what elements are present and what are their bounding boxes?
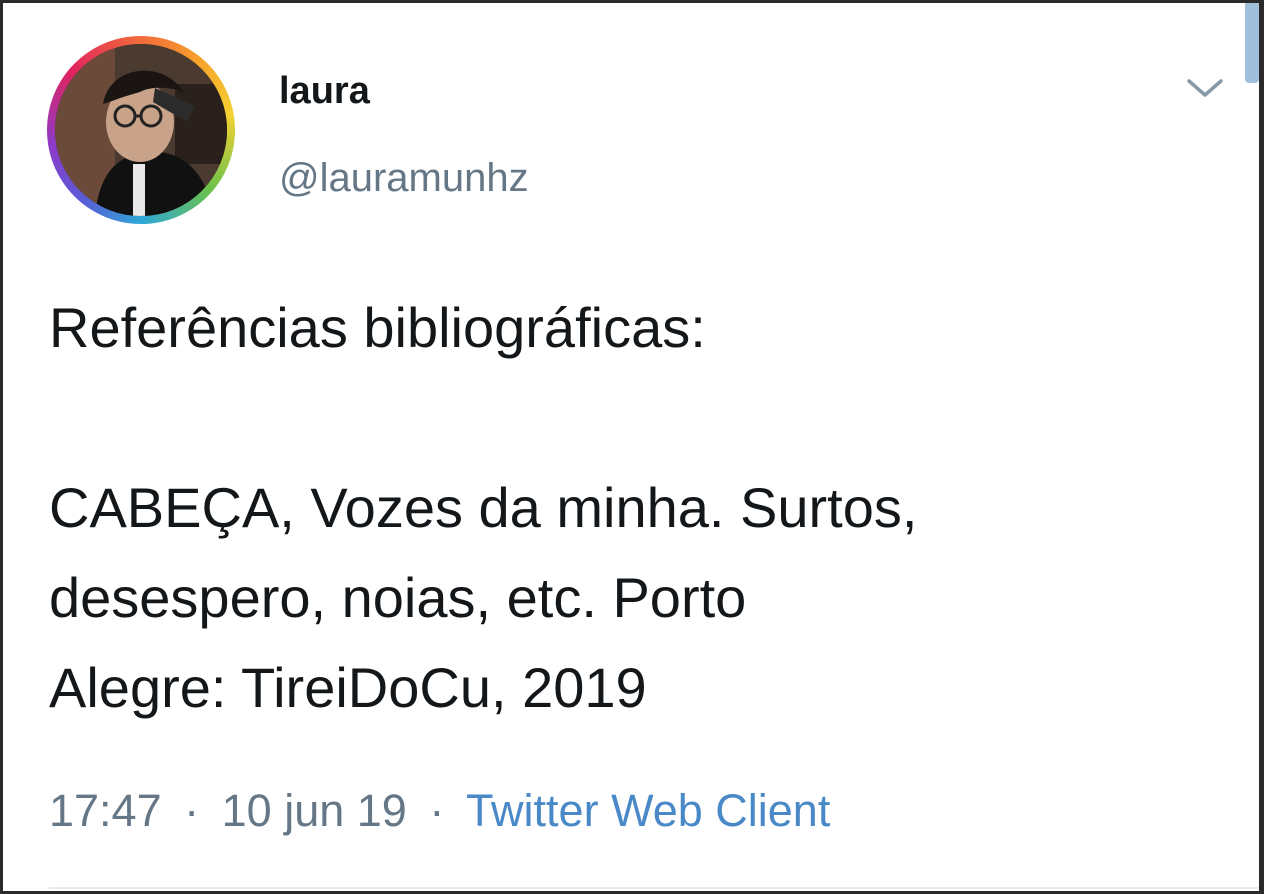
tweet-date[interactable]: 10 jun 19 — [222, 785, 407, 836]
meta-separator: · — [184, 785, 200, 836]
tweet-source-link[interactable]: Twitter Web Client — [466, 785, 830, 836]
avatar-photo — [55, 44, 227, 216]
tweet-line: desespero, noias, etc. Porto — [49, 566, 747, 629]
tweet-line: Alegre: TireiDoCu, 2019 — [49, 656, 647, 719]
tweet-line: CABEÇA, Vozes da minha. Surtos, — [49, 476, 918, 539]
tweet-card: laura @lauramunhz Referências bibliográf… — [3, 3, 1259, 891]
tweet-heading: Referências bibliográficas: — [49, 296, 706, 359]
tweet-time[interactable]: 17:47 — [49, 785, 162, 836]
tweet-text: Referências bibliográficas: CABEÇA, Voze… — [49, 283, 1229, 733]
divider — [49, 887, 1259, 889]
chevron-down-icon[interactable] — [1183, 71, 1227, 107]
tweet-meta: 17:47 · 10 jun 19 · Twitter Web Client — [49, 783, 830, 839]
avatar[interactable] — [55, 44, 227, 216]
scrollbar[interactable] — [1245, 3, 1259, 83]
tweet-spacer — [49, 373, 1229, 463]
user-handle[interactable]: @lauramunhz — [279, 153, 529, 203]
display-name[interactable]: laura — [279, 67, 370, 115]
meta-separator: · — [429, 785, 445, 836]
